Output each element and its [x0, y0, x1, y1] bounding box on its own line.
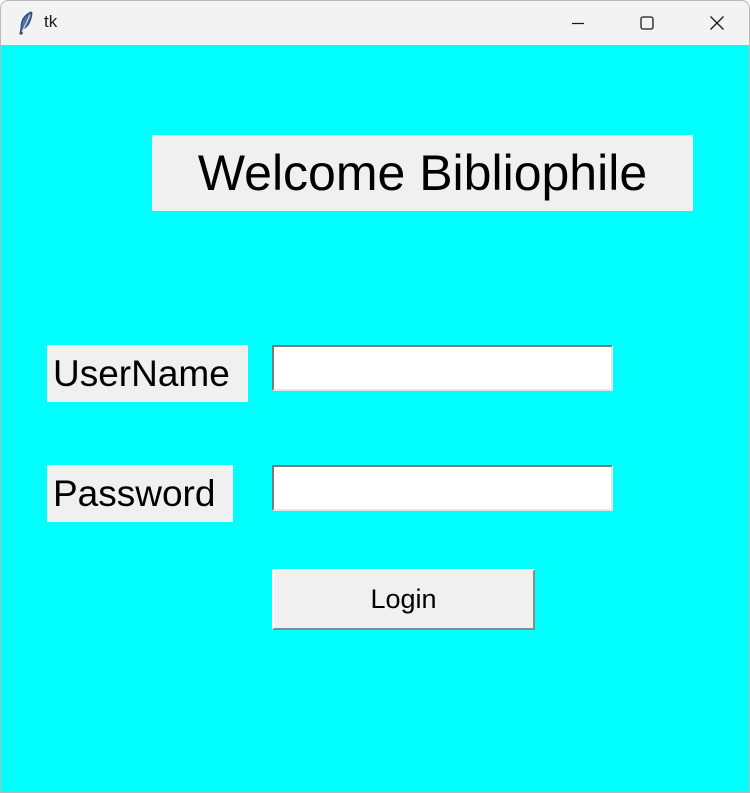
login-button[interactable]: Login: [272, 569, 535, 630]
minimize-icon: [572, 22, 584, 25]
title-bar[interactable]: tk: [1, 1, 749, 45]
maximize-button[interactable]: [612, 1, 682, 45]
maximize-icon: [640, 16, 654, 30]
window-title: tk: [44, 12, 58, 31]
username-input[interactable]: [272, 345, 613, 391]
username-label: UserName: [47, 345, 248, 402]
close-button[interactable]: [682, 1, 749, 45]
password-label: Password: [47, 465, 233, 522]
feather-icon: [18, 11, 34, 35]
minimize-button[interactable]: [543, 1, 613, 45]
welcome-heading: Welcome Bibliophile: [152, 135, 693, 211]
login-panel: Welcome Bibliophile UserName Password Lo…: [1, 45, 749, 792]
close-icon: [710, 16, 724, 30]
app-window: tk Welcome Bibliophile UserName Password…: [0, 0, 750, 793]
password-input[interactable]: [272, 465, 613, 511]
